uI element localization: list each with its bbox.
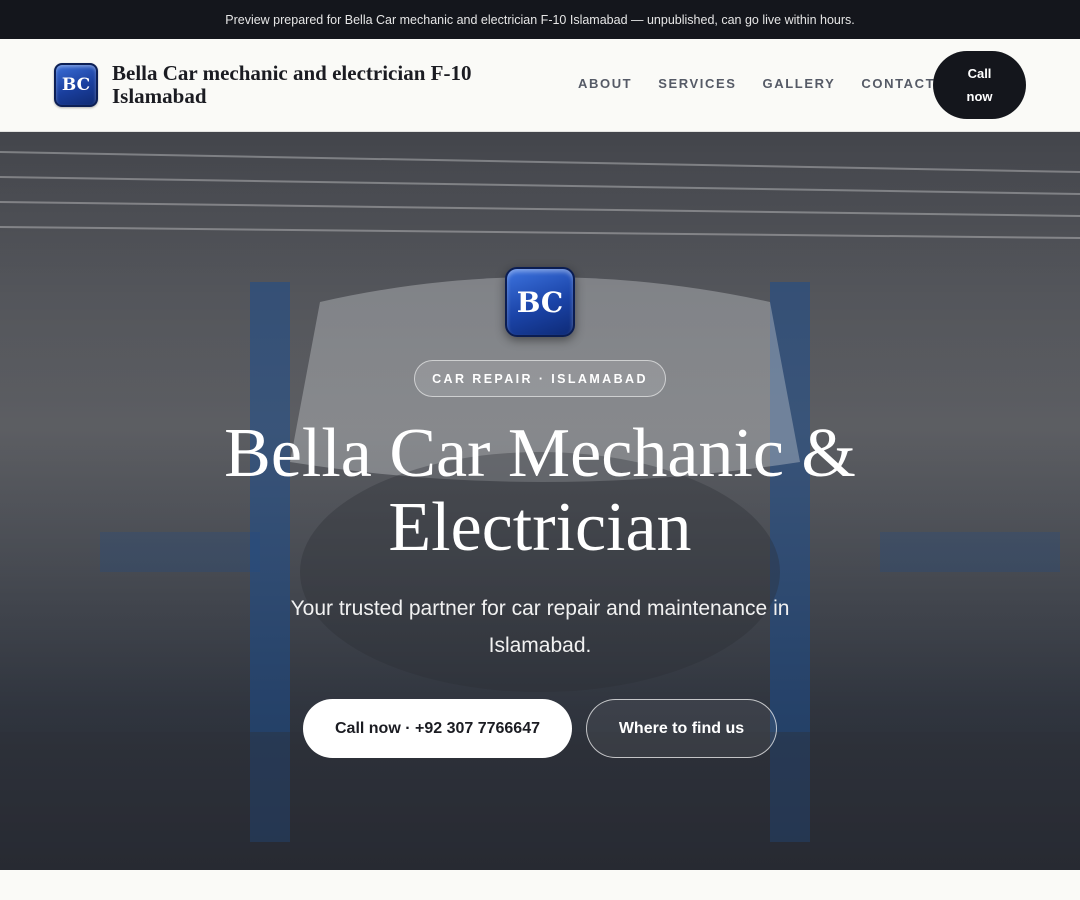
hero-eyebrow-badge: CAR REPAIR · ISLAMABAD — [414, 360, 666, 397]
brand-name[interactable]: Bella Car mechanic and electrician F-10 … — [112, 62, 532, 108]
preview-banner: Preview prepared for Bella Car mechanic … — [0, 0, 1080, 39]
preview-banner-text: Preview prepared for Bella Car mechanic … — [225, 12, 855, 27]
hero-section: BC CAR REPAIR · ISLAMABAD Bella Car Mech… — [0, 132, 1080, 870]
site-header: BC Bella Car mechanic and electrician F-… — [0, 39, 1080, 132]
hero-logo-icon: BC — [505, 267, 575, 337]
hero-title: Bella Car Mechanic & Electrician — [224, 415, 856, 566]
where-to-find-us-button[interactable]: Where to find us — [586, 699, 777, 758]
call-now-phone-button[interactable]: Call now · +92 307 7766647 — [303, 699, 572, 758]
header-call-now-button[interactable]: Call now — [933, 51, 1026, 119]
next-section — [0, 870, 1080, 900]
nav-about[interactable]: ABOUT — [578, 76, 632, 91]
nav-services[interactable]: SERVICES — [658, 76, 736, 91]
hero-subtitle: Your trusted partner for car repair and … — [290, 597, 790, 657]
nav-contact[interactable]: CONTACT — [861, 76, 935, 91]
main-nav: ABOUT SERVICES GALLERY CONTACT — [578, 76, 961, 91]
nav-gallery[interactable]: GALLERY — [763, 76, 836, 91]
logo-icon[interactable]: BC — [54, 63, 98, 107]
